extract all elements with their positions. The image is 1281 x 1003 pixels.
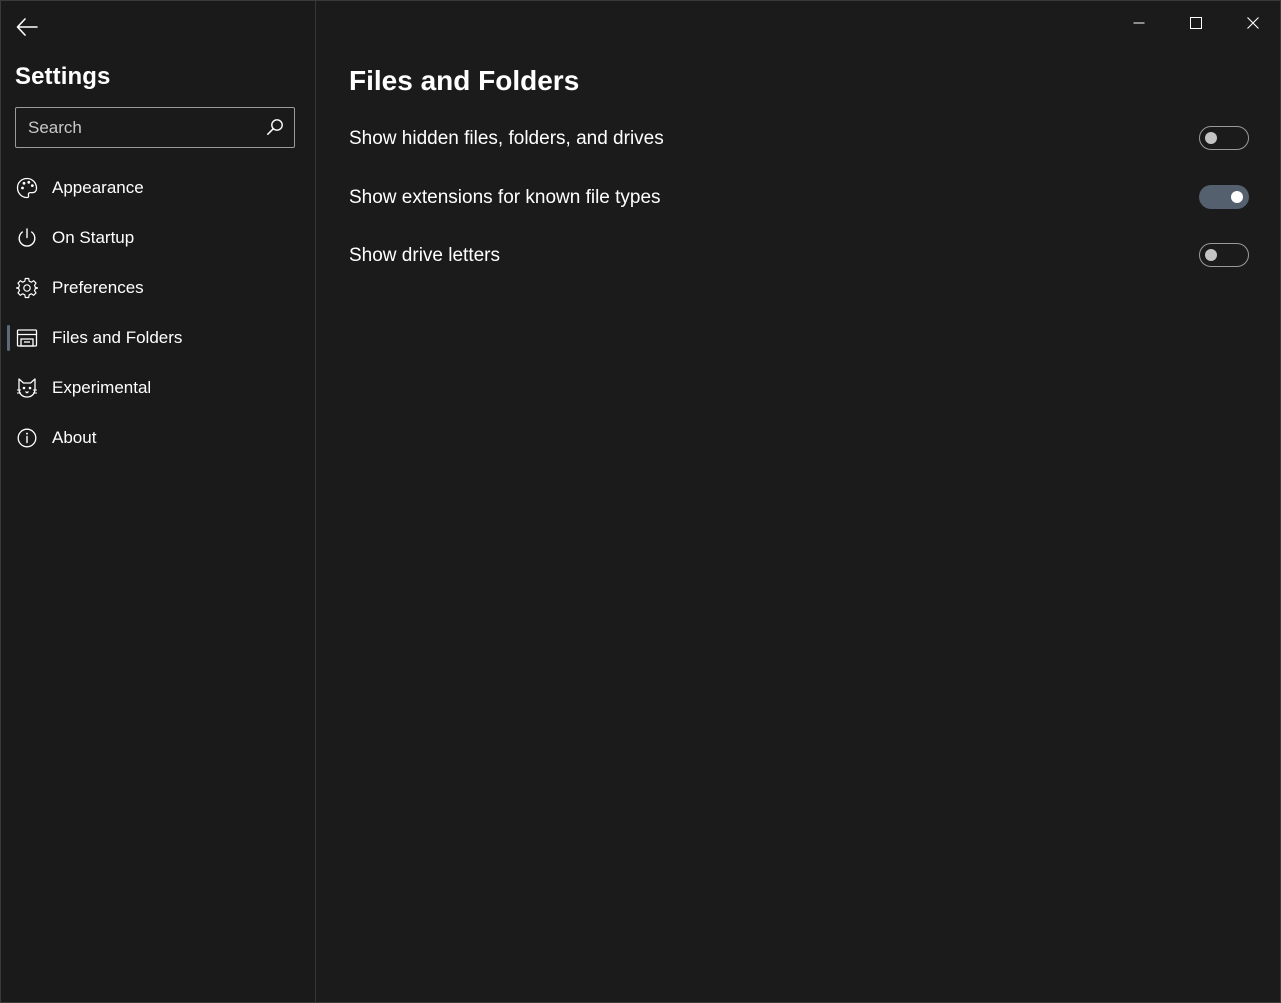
back-button[interactable]: [7, 9, 47, 45]
toggle-knob: [1205, 132, 1217, 144]
minimize-button[interactable]: [1110, 2, 1167, 44]
search-box: [15, 107, 295, 148]
sidebar-item-label: Appearance: [52, 178, 144, 197]
maximize-button[interactable]: [1167, 2, 1224, 44]
sidebar-item-experimental[interactable]: Experimental: [1, 363, 315, 413]
sidebar-item-label: Files and Folders: [52, 328, 183, 347]
sidebar-item-appearance[interactable]: Appearance: [1, 163, 315, 213]
toggle-knob: [1205, 249, 1217, 261]
search-input[interactable]: [16, 108, 256, 147]
search-icon[interactable]: [266, 118, 284, 136]
setting-label: Show drive letters: [349, 245, 501, 266]
nav-list: Appearance On Startup Preferences Files …: [1, 163, 315, 463]
sidebar-item-label: Preferences: [52, 278, 144, 297]
setting-show-hidden-files: Show hidden files, folders, and drives: [349, 119, 1249, 159]
sidebar: Settings Appearance: [1, 1, 316, 1002]
cat-icon: [17, 378, 37, 398]
show-extensions-toggle[interactable]: [1199, 185, 1249, 209]
setting-show-extensions: Show extensions for known file types: [349, 178, 1249, 218]
sidebar-item-files-and-folders[interactable]: Files and Folders: [1, 313, 315, 363]
gear-icon: [16, 277, 38, 299]
setting-label: Show extensions for known file types: [349, 187, 661, 208]
settings-window: Settings Appearance: [0, 0, 1281, 1003]
show-hidden-files-toggle[interactable]: [1199, 126, 1249, 150]
sidebar-item-preferences[interactable]: Preferences: [1, 263, 315, 313]
maximize-icon: [1189, 17, 1202, 29]
sidebar-item-label: On Startup: [52, 228, 135, 247]
power-icon: [18, 228, 36, 247]
palette-icon: [16, 177, 38, 199]
page-title: Files and Folders: [349, 65, 580, 96]
close-button[interactable]: [1224, 2, 1281, 44]
drive-icon: [16, 329, 38, 347]
sidebar-item-label: Experimental: [52, 378, 152, 397]
setting-label: Show hidden files, folders, and drives: [349, 128, 664, 149]
sidebar-item-label: About: [52, 428, 97, 447]
sidebar-item-on-startup[interactable]: On Startup: [1, 213, 315, 263]
sidebar-title: Settings: [15, 63, 111, 90]
toggle-knob: [1231, 191, 1243, 203]
info-icon: [17, 428, 37, 448]
minimize-icon: [1133, 22, 1144, 24]
show-drive-letters-toggle[interactable]: [1199, 243, 1249, 267]
sidebar-item-about[interactable]: About: [1, 413, 315, 463]
arrow-left-icon: [16, 18, 38, 36]
setting-show-drive-letters: Show drive letters: [349, 236, 1249, 276]
close-icon: [1246, 17, 1259, 29]
